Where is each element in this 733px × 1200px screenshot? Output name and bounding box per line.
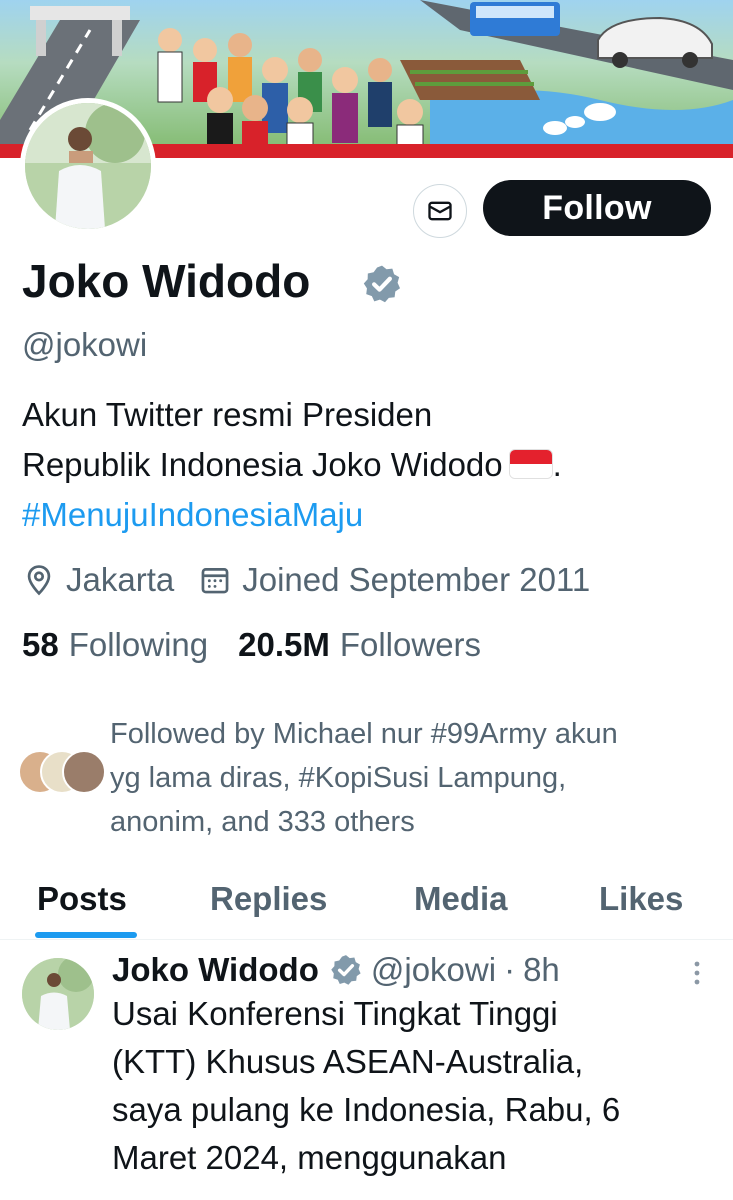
bio-line: Akun Twitter resmi Presiden [22,396,433,433]
tab-posts[interactable]: Posts [37,880,127,918]
profile-joined-date: Joined September 2011 [242,561,591,598]
profile-tabs: Posts Replies Media Likes [0,870,733,940]
calendar-icon [198,563,232,597]
following-label: Following [68,626,209,663]
profile-meta: Jakarta Joined September 2011 [22,558,590,602]
tab-replies[interactable]: Replies [210,880,327,918]
verified-badge-icon [331,955,361,985]
profile-location: Jakarta [66,561,175,598]
post-author-name[interactable]: Joko Widodo [112,951,319,989]
message-button[interactable] [413,184,467,238]
tab-media[interactable]: Media [414,880,508,918]
post-timestamp[interactable]: 8h [523,951,560,989]
bio-line: Republik Indonesia Joko Widodo [22,446,503,483]
following-link[interactable]: 58 Following [22,626,208,664]
location-pin-icon [22,563,56,597]
mail-icon [428,201,452,221]
profile-bio: Akun Twitter resmi Presiden Republik Ind… [22,390,712,540]
follower-avatar [62,750,106,794]
followers-label: Followers [339,626,482,663]
profile-handle: @jokowi [22,326,148,363]
bio-line-end: . [552,446,562,483]
indonesia-flag-icon [508,449,553,479]
followed-by-avatars[interactable] [18,750,108,798]
post-text-line: (KTT) Khusus ASEAN-Australia, [112,1043,584,1080]
more-vertical-icon[interactable] [686,956,708,990]
followed-by-line: anonim, and 333 others [110,806,415,838]
post-text[interactable]: Usai Konferensi Tingkat Tinggi (KTT) Khu… [112,990,722,1182]
following-count: 58 [22,626,59,663]
profile-avatar[interactable] [20,98,156,234]
post-header: Joko Widodo @jokowi · 8h [112,948,560,992]
follow-counts: 58 Following 20.5M Followers [22,626,481,664]
followed-by-line: Followed by Michael nur #99Army akun [110,718,618,750]
active-tab-indicator [35,932,137,938]
followers-count: 20.5M [238,626,330,663]
post-separator: · [504,951,516,988]
tab-likes[interactable]: Likes [599,880,683,918]
post-author-avatar[interactable] [22,958,94,1030]
followers-link[interactable]: 20.5M Followers [238,626,481,664]
post-text-line: Usai Konferensi Tingkat Tinggi [112,995,558,1032]
verified-badge-icon [363,265,401,303]
post-text-line: saya pulang ke Indonesia, Rabu, 6 [112,1091,621,1128]
post-author-handle[interactable]: @jokowi [371,951,496,989]
followed-by-line: yg lama diras, #KopiSusi Lampung, [110,762,567,794]
follow-button[interactable]: Follow [483,180,711,236]
profile-display-name: Joko Widodo [22,255,311,307]
post-text-line: Maret 2024, menggunakan [112,1139,507,1176]
bio-hashtag-link[interactable]: #MenujuIndonesiaMaju [22,490,712,540]
followed-by-text[interactable]: Followed by Michael nur #99Army akun yg … [110,712,710,844]
